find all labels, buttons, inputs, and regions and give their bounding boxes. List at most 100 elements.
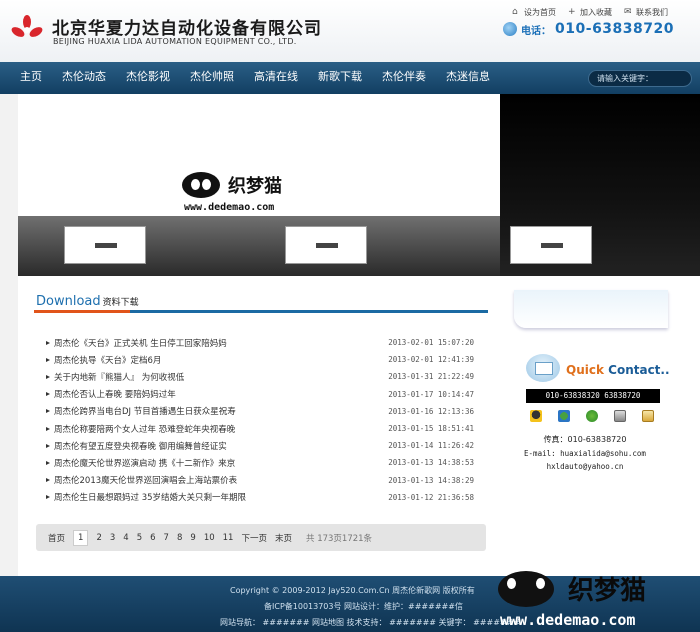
contact-sidebar: Quick Contact.. 010-63838320 63838720 57… [500,276,700,576]
news-title[interactable]: 周杰伦称要陪两个女人过年 恐难登蛇年央视春晚 [46,423,235,435]
news-title[interactable]: 周杰伦执导《天台》定档6月 [46,354,161,366]
header-phone: 电话： 010-63838720 [503,21,674,37]
site-header: 北京华夏力达自动化设备有限公司 BEIJING HUAXIA LIDA AUTO… [0,0,700,62]
watermark-logo: 织梦猫 [182,172,282,198]
set-homepage-link[interactable]: ⌂ 设为首页 [512,7,556,18]
news-date: 2013-01-17 10:14:47 [388,389,474,399]
news-title[interactable]: 周杰伦跨界当电台DJ 节目首播遇生日获众星祝寿 [46,405,236,417]
banner-slider[interactable]: 织梦猫 www.dedemao.com [18,94,700,276]
company-name-en: BEIJING HUAXIA LIDA AUTOMATION EQUIPMENT… [53,37,297,46]
pager-first[interactable]: 首页 [48,532,65,544]
news-title[interactable]: 关于内地新『熊猫人』 为何收视低 [46,371,184,383]
pager-info: 共 173页1721条 [306,533,373,544]
main-nav: 主页 杰伦动态 杰伦影视 杰伦帅照 高清在线 新歌下载 杰伦伴奏 杰迷信息 请输… [0,62,700,94]
pager-page[interactable]: 11 [223,533,234,543]
skype-icon[interactable] [586,410,598,422]
pager-page[interactable]: 6 [150,533,155,543]
add-favorite-link[interactable]: + 加入收藏 [568,7,612,18]
pager-next[interactable]: 下一页 [241,532,267,544]
pager-page[interactable]: 9 [190,533,195,543]
nav-item-home[interactable]: 主页 [20,62,42,94]
news-list: 周杰伦《天台》正式关机 生日停工回家陪妈妈 2013-02-01 15:07:20… [46,334,474,506]
sidebar-note-card [514,290,668,328]
pager-last[interactable]: 末页 [275,532,292,544]
quick-contact-title-b: Contact.. [608,363,670,377]
banner-thumb-2[interactable] [285,226,367,264]
top-links: ⌂ 设为首页 + 加入收藏 ✉ 联系我们 [512,7,668,18]
nav-item-fan-info[interactable]: 杰迷信息 [446,62,490,94]
footer-links[interactable]: 网站导航： ####### 网站地图 技术支持： ####### 关键字： ##… [220,617,520,628]
nav-item-backing-tracks[interactable]: 杰伦伴奏 [382,62,426,94]
company-name-cn: 北京华夏力达自动化设备有限公司 [52,19,322,39]
cat-logo-icon [498,570,554,607]
list-item[interactable]: 周杰伦否认上春晚 要陪妈妈过年 2013-01-17 10:14:47 [46,386,474,403]
mail-icon[interactable] [642,410,654,422]
news-title[interactable]: 周杰伦有望五度登央视春晚 御用编舞曾经证实 [46,440,227,452]
news-title[interactable]: 周杰伦《天台》正式关机 生日停工回家陪妈妈 [46,337,227,349]
pager-page[interactable]: 4 [123,533,128,543]
pager-page[interactable]: 2 [96,533,101,543]
nav-item-hd-online[interactable]: 高清在线 [254,62,298,94]
footer-copyright: Copyright © 2009-2012 Jay520.Com.Cn 周杰伦新… [230,586,475,595]
mail-icon: ✉ [624,7,632,17]
watermark-cn: 织梦猫 [228,176,282,197]
download-heading-cn: 资料下载 [102,298,139,308]
news-title[interactable]: 周杰伦2013魔天伦世界巡回演唱会上海站票价表 [46,474,237,486]
news-date: 2013-01-12 21:36:58 [388,492,474,502]
nav-item-downloads[interactable]: 新歌下载 [318,62,362,94]
contact-icons [530,410,654,422]
banner-thumb-3[interactable] [510,226,592,264]
list-item[interactable]: 周杰伦《天台》正式关机 生日停工回家陪妈妈 2013-02-01 15:07:20 [46,334,474,351]
news-date: 2013-01-16 12:13:36 [388,406,474,416]
add-favorite-label: 加入收藏 [580,8,612,17]
news-date: 2013-01-13 14:38:53 [388,458,474,468]
msn-icon[interactable] [558,410,570,422]
news-date: 2013-01-15 18:51:41 [388,424,474,434]
plus-icon: + [568,7,576,17]
home-icon: ⌂ [512,7,518,17]
footer-watermark-url: www.dedemao.com [500,611,636,629]
news-title[interactable]: 周杰伦否认上春晚 要陪妈妈过年 [46,388,176,400]
heading-divider [34,310,488,313]
news-title[interactable]: 周杰伦魔天伦世界巡演启动 携《十二新作》来京 [46,457,235,469]
footer-icp: 备ICP备10013703号 网站设计：维护：#######信 [264,602,463,611]
contact-email-2[interactable]: hxldauto@yahoo.cn [500,462,670,471]
contact-fax: 传真：010-63838720 [543,435,627,444]
news-title[interactable]: 周杰伦生日最想跟妈过 35岁结婚大关只剩一年期限 [46,491,246,503]
company-logo-icon [11,15,43,37]
pager-page[interactable]: 3 [110,533,115,543]
nav-item-photos[interactable]: 杰伦帅照 [190,62,234,94]
phone-label: 电话： [521,25,552,37]
pager-page[interactable]: 5 [137,533,142,543]
pager-page[interactable]: 7 [164,533,169,543]
mail-envelope-icon [526,354,560,382]
print-icon[interactable] [614,410,626,422]
list-item[interactable]: 周杰伦执导《天台》定档6月 2013-02-01 12:41:39 [46,351,474,368]
download-heading: Download 资料下载 [36,294,139,309]
list-item[interactable]: 周杰伦称要陪两个女人过年 恐难登蛇年央视春晚 2013-01-15 18:51:4… [46,420,474,437]
pager-page-current[interactable]: 1 [73,529,89,546]
quick-contact-title-a: Quick [566,363,604,377]
news-date: 2013-01-31 21:22:49 [388,372,474,382]
list-item[interactable]: 周杰伦魔天伦世界巡演启动 携《十二新作》来京 2013-01-13 14:38:5… [46,454,474,471]
pagination: 首页 1 2 3 4 5 6 7 8 9 10 11 下一页 末页 共 173页… [36,524,486,551]
qq-icon[interactable] [530,410,542,422]
footer-watermark-cn: 织梦猫 [568,576,647,606]
pager-page[interactable]: 10 [204,533,215,543]
phone-number: 010-63838720 [555,21,674,37]
list-item[interactable]: 周杰伦有望五度登央视春晚 御用编舞曾经证实 2013-01-14 11:26:42 [46,437,474,454]
pager-page[interactable]: 8 [177,533,182,543]
list-item[interactable]: 周杰伦2013魔天伦世界巡回演唱会上海站票价表 2013-01-13 14:38:… [46,472,474,489]
nav-item-news[interactable]: 杰伦动态 [62,62,106,94]
list-item[interactable]: 关于内地新『熊猫人』 为何收视低 2013-01-31 21:22:49 [46,368,474,385]
search-input[interactable]: 请输入关键字： [588,70,692,87]
contact-email-1[interactable]: E-mail: huaxialida@sohu.com [500,449,670,458]
list-item[interactable]: 周杰伦生日最想跟妈过 35岁结婚大关只剩一年期限 2013-01-12 21:36… [46,489,474,506]
banner-thumb-1[interactable] [64,226,146,264]
list-item[interactable]: 周杰伦跨界当电台DJ 节目首播遇生日获众星祝寿 2013-01-16 12:13:… [46,403,474,420]
contact-us-link[interactable]: ✉ 联系我们 [624,7,668,18]
news-date: 2013-02-01 12:41:39 [388,355,474,365]
nav-item-films[interactable]: 杰伦影视 [126,62,170,94]
watermark-url: www.dedemao.com [184,202,275,213]
news-date: 2013-01-13 14:38:29 [388,475,474,485]
